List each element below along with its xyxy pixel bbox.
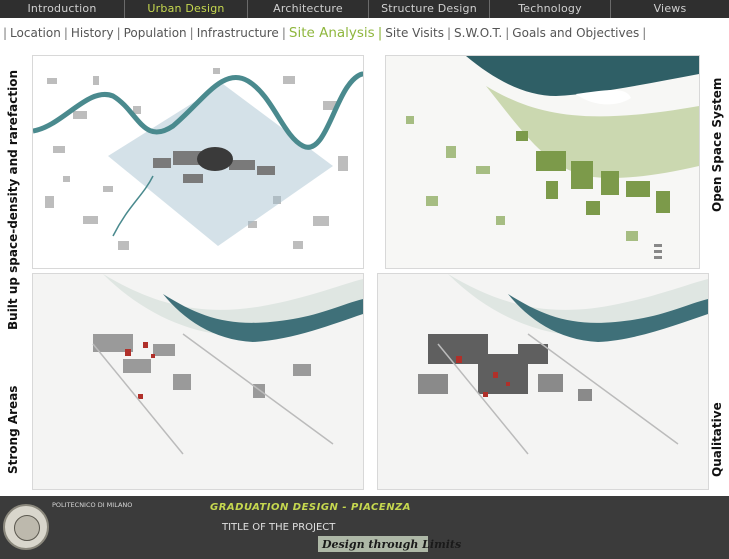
nav-separator: | — [505, 26, 510, 40]
subnav-item-site-visits[interactable]: Site Visits — [385, 26, 444, 40]
map-built-up-density — [32, 55, 364, 269]
tab-architecture[interactable]: Architecture — [248, 0, 369, 18]
subnav-item-population[interactable]: Population — [124, 26, 187, 40]
tab-structure-design[interactable]: Structure Design — [369, 0, 490, 18]
label-built-up-density: Built up space-density and rarefaction — [6, 69, 20, 330]
subnav-item-history[interactable]: History — [71, 26, 114, 40]
subnav-item-goals-objectives[interactable]: Goals and Objectives — [512, 26, 639, 40]
map-qualitative — [377, 273, 709, 490]
nav-separator: | — [116, 26, 121, 40]
nav-separator: | — [3, 26, 8, 40]
nav-separator: | — [281, 26, 286, 40]
subnav-item-site-analysis[interactable]: Site Analysis — [289, 25, 375, 41]
open-space-map-graphic — [406, 56, 699, 259]
label-strong-areas: Strong Areas — [6, 385, 20, 474]
nav-separator: | — [377, 25, 383, 41]
map-open-space-system — [385, 55, 700, 269]
subnav-item-infrastructure[interactable]: Infrastructure — [197, 26, 279, 40]
label-qualitative: Qualitative — [710, 402, 724, 477]
project-name: GRADUATION DESIGN - PIACENZA — [210, 502, 412, 513]
university-name: POLITECNICO DI MILANO — [52, 501, 133, 509]
subnav-item-swot[interactable]: S.W.O.T. — [454, 26, 502, 40]
tab-introduction[interactable]: Introduction — [0, 0, 125, 18]
qualitative-map-graphic — [418, 274, 708, 455]
nav-separator: | — [63, 26, 68, 40]
section-navigation: | Location | History | Population | Infrastruct… — [0, 19, 729, 47]
university-seal-icon — [3, 504, 49, 550]
nav-separator: | — [446, 26, 452, 40]
label-open-space-system: Open Space System — [710, 77, 724, 212]
footer-banner: POLITECNICO DI MILANO GRADUATION DESIGN … — [0, 496, 729, 559]
map-strong-areas — [32, 273, 364, 490]
top-navigation: Introduction Urban Design Architecture S… — [0, 0, 729, 18]
density-map-graphic — [33, 68, 363, 250]
strong-areas-map-graphic — [92, 274, 363, 455]
nav-separator: | — [642, 26, 647, 40]
subnav-item-location[interactable]: Location — [10, 26, 61, 40]
tab-urban-design[interactable]: Urban Design — [125, 0, 248, 18]
project-motto: Design through Limits — [322, 538, 462, 551]
tab-views[interactable]: Views — [611, 0, 729, 18]
tab-technology[interactable]: Technology — [490, 0, 611, 18]
nav-separator: | — [189, 26, 194, 40]
project-title: TITLE OF THE PROJECT — [222, 522, 336, 533]
